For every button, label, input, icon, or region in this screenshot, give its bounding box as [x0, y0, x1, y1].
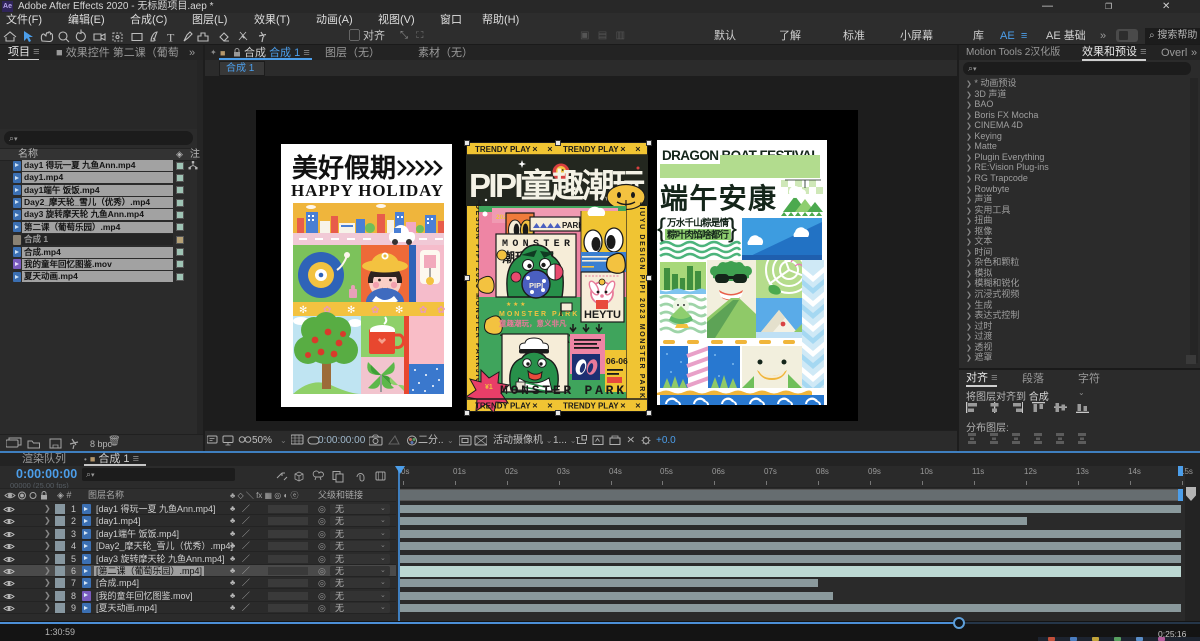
svg-text:✕: ✕	[547, 403, 553, 410]
svg-text:粽叶肉馅啥都行: 粽叶肉馅啥都行	[667, 229, 729, 241]
svg-text:★ ★ ★: ★ ★ ★	[506, 301, 525, 308]
svg-text:06-06: 06-06	[606, 356, 628, 366]
svg-text:童趣潮玩，意义非凡: 童趣潮玩，意义非凡	[499, 318, 567, 328]
svg-text:✕: ✕	[547, 147, 553, 154]
svg-text:¥1: ¥1	[485, 384, 493, 391]
svg-text:✿: ✿	[437, 305, 445, 316]
svg-text:✕: ✕	[532, 403, 538, 410]
svg-text:HAPPY HOLIDAY: HAPPY HOLIDAY	[291, 181, 443, 200]
svg-text:TRENDY PLAY: TRENDY PLAY	[475, 145, 531, 154]
svg-text:T: T	[167, 31, 175, 45]
svg-text:✿: ✿	[419, 305, 427, 316]
svg-text:✕: ✕	[635, 403, 641, 410]
svg-text:HEYTU: HEYTU	[584, 309, 621, 321]
svg-text:✻: ✻	[395, 305, 403, 316]
svg-text:✻: ✻	[299, 305, 307, 316]
svg-text:TRENDY PLAY: TRENDY PLAY	[563, 402, 619, 411]
svg-text:端午安康: 端午安康	[660, 182, 777, 214]
svg-text:{: {	[657, 213, 666, 243]
svg-text:万水千山粽是情: 万水千山粽是情	[666, 217, 729, 229]
svg-text:✿: ✿	[371, 305, 379, 316]
svg-text:✕: ✕	[620, 147, 626, 154]
svg-text:TRENDY PLAY: TRENDY PLAY	[563, 145, 619, 154]
svg-text:PIPI: PIPI	[529, 281, 543, 290]
svg-text:✻: ✻	[347, 305, 355, 316]
svg-text:美好假期: 美好假期	[292, 153, 396, 183]
svg-text:TRENDY PLAY: TRENDY PLAY	[475, 402, 531, 411]
svg-text:✕: ✕	[635, 147, 641, 154]
svg-text:MONSTER PARK: MONSTER PARK	[499, 311, 579, 318]
svg-text:✕: ✕	[620, 403, 626, 410]
svg-text:✕: ✕	[532, 147, 538, 154]
